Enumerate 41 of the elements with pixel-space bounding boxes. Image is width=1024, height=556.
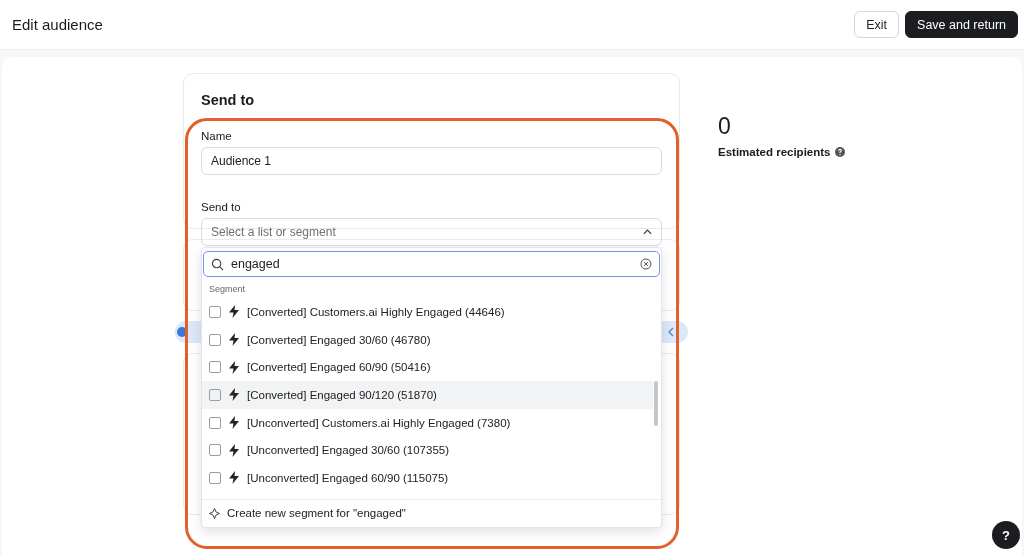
field-label: Name bbox=[201, 130, 233, 142]
lightning-icon bbox=[229, 388, 239, 402]
checkbox[interactable] bbox=[209, 361, 221, 374]
segment-option[interactable]: [Unconverted] Engaged 30/60 (107355) bbox=[202, 436, 653, 465]
segment-option[interactable]: [Converted] Engaged 30/60 (46780) bbox=[202, 325, 653, 354]
segment-option[interactable]: [Converted] Engaged 90/120 (51870) bbox=[202, 381, 653, 409]
send-to-select[interactable]: Select a list or segment bbox=[201, 218, 662, 246]
info-icon bbox=[177, 327, 187, 337]
lightning-icon bbox=[229, 305, 239, 319]
checkbox[interactable] bbox=[209, 471, 221, 484]
save-button[interactable]: Save and return bbox=[905, 11, 1018, 38]
checkbox[interactable] bbox=[209, 305, 221, 318]
sparkle-icon bbox=[209, 507, 220, 519]
lightning-icon bbox=[229, 360, 239, 374]
clear-icon[interactable] bbox=[640, 258, 652, 270]
lightning-icon bbox=[229, 471, 239, 485]
segment-option[interactable]: [Converted] Engaged 60/90 (50416) bbox=[202, 353, 653, 382]
field-label: Send to bbox=[201, 201, 242, 213]
lightning-icon bbox=[229, 333, 239, 347]
help-icon[interactable] bbox=[835, 147, 846, 157]
exit-button[interactable]: Exit bbox=[854, 11, 900, 38]
caret-icon[interactable] bbox=[643, 229, 652, 235]
search-field[interactable]: engaged bbox=[203, 251, 660, 277]
page-title: Edit audience bbox=[12, 16, 103, 33]
name-field[interactable]: Audience 1 bbox=[201, 147, 662, 175]
chevron-icon[interactable] bbox=[668, 327, 674, 337]
recipients-label: Estimated recipients bbox=[718, 146, 831, 158]
recipient-count: 0 bbox=[718, 113, 732, 140]
create-segment-option[interactable]: Create new segment for "engaged" bbox=[202, 498, 661, 527]
lightning-icon bbox=[229, 416, 239, 430]
card-title: Send to bbox=[201, 92, 256, 108]
checkbox[interactable] bbox=[209, 444, 221, 457]
lightning-icon bbox=[229, 443, 239, 457]
group-heading: Segment bbox=[208, 283, 247, 296]
checkbox[interactable] bbox=[209, 388, 221, 401]
scrollbar-thumb[interactable] bbox=[654, 381, 658, 426]
checkbox[interactable] bbox=[209, 416, 221, 429]
checkbox[interactable] bbox=[209, 333, 221, 346]
segment-option[interactable]: [Converted] Customers.ai Highly Engaged (44646) bbox=[202, 298, 653, 326]
segment-option[interactable]: [Unconverted] Customers.ai Highly Engaged (7380) bbox=[202, 408, 653, 437]
segment-option[interactable]: [Unconverted] Engaged 60/90 (115075) bbox=[202, 464, 653, 492]
